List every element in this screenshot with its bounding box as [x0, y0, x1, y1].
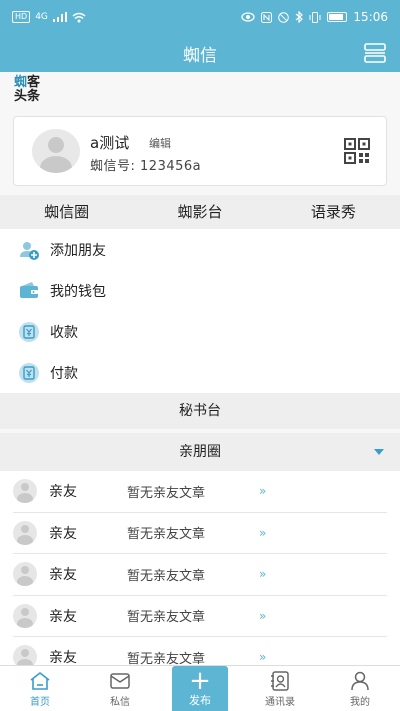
- list-item[interactable]: 亲友 暂无亲友文章 »: [13, 471, 387, 513]
- nav-messages[interactable]: 私信: [80, 666, 160, 711]
- nav-label: 首页: [30, 697, 50, 708]
- signal-label: 4G: [35, 12, 48, 22]
- list-item[interactable]: 亲友 暂无亲友文章 »: [13, 637, 387, 665]
- menu-item-receive-money[interactable]: 收款: [0, 311, 400, 352]
- home-icon: [30, 671, 50, 690]
- mute-icon: [278, 11, 290, 23]
- bluetooth-icon: [296, 11, 304, 23]
- tab-bar: 蜘信圈 蜘影台 语录秀: [0, 195, 400, 229]
- mail-icon: [110, 673, 130, 689]
- tab-zhiying-stage[interactable]: 蜘影台: [133, 195, 266, 229]
- friend-note: 暂无亲友文章: [127, 610, 206, 626]
- status-bar: HD 4G 15:06: [0, 0, 400, 34]
- double-chevron-right-icon[interactable]: »: [259, 484, 266, 498]
- nav-home[interactable]: 首页: [0, 666, 80, 711]
- double-chevron-right-icon[interactable]: »: [259, 609, 266, 623]
- avatar[interactable]: [32, 129, 80, 173]
- profile-id: 蜘信号: 123456a: [90, 155, 201, 174]
- profile-name: a测试: [90, 134, 130, 152]
- profile-id-label: 蜘信号:: [90, 159, 136, 174]
- menu-label: 收款: [50, 324, 78, 341]
- menu-label: 添加朋友: [50, 242, 106, 259]
- list-item[interactable]: 亲友 暂无亲友文章 »: [13, 554, 387, 596]
- user-icon: [351, 671, 369, 691]
- nav-me[interactable]: 我的: [320, 666, 400, 711]
- vibrate-icon: [309, 11, 321, 23]
- double-chevron-right-icon[interactable]: »: [259, 567, 266, 581]
- avatar: [13, 520, 37, 545]
- profile-id-value: 123456a: [140, 159, 202, 174]
- battery-icon: [327, 12, 348, 22]
- wallet-icon: [18, 280, 40, 302]
- contacts-icon: [271, 671, 289, 691]
- profile-card[interactable]: a测试 编辑 蜘信号: 123456a: [13, 116, 387, 186]
- avatar: [13, 645, 37, 665]
- friend-name: 亲友: [49, 525, 77, 542]
- logo-char-1: 蜘: [14, 75, 28, 90]
- menu-item-wallet[interactable]: 我的钱包: [0, 270, 400, 311]
- avatar: [13, 562, 37, 587]
- bottom-nav: 首页 私信 + 发布 通讯录 我的: [0, 665, 400, 711]
- nfc-icon: [261, 11, 273, 23]
- friend-note: 暂无亲友文章: [127, 651, 206, 665]
- friends-section-header[interactable]: 亲朋圈: [0, 433, 400, 471]
- double-chevron-right-icon[interactable]: »: [259, 650, 266, 664]
- friend-note: 暂无亲友文章: [127, 485, 206, 501]
- function-menu: 添加朋友 我的钱包 收款 付款: [0, 229, 400, 393]
- menu-item-pay[interactable]: 付款: [0, 352, 400, 393]
- eye-icon: [241, 12, 256, 22]
- friends-list: 亲友 暂无亲友文章 » 亲友 暂无亲友文章 » 亲友 暂无亲友文章 » 亲友 暂…: [0, 471, 400, 665]
- friends-section-title: 亲朋圈: [179, 444, 221, 460]
- menu-label: 我的钱包: [50, 283, 106, 300]
- network-badge: HD: [12, 11, 31, 23]
- menu-item-add-friend[interactable]: 添加朋友: [0, 229, 400, 270]
- edit-profile-link[interactable]: 编辑: [149, 135, 171, 151]
- pay-icon: [18, 362, 40, 384]
- nav-contacts[interactable]: 通讯录: [240, 666, 320, 711]
- signal-icon: [52, 12, 67, 22]
- brand-logo: 蜘客 头条: [14, 76, 40, 104]
- friend-note: 暂无亲友文章: [127, 568, 206, 584]
- list-item[interactable]: 亲友 暂无亲友文章 »: [13, 596, 387, 637]
- plus-icon: +: [189, 666, 211, 696]
- logo-line-2: 头条: [14, 89, 41, 104]
- tab-zhixin-circle[interactable]: 蜘信圈: [0, 195, 133, 229]
- qr-code-icon[interactable]: [344, 138, 370, 164]
- avatar: [13, 603, 37, 628]
- list-item[interactable]: 亲友 暂无亲友文章 »: [13, 513, 387, 554]
- nav-bar: 蜘信: [0, 34, 400, 72]
- friend-name: 亲友: [49, 608, 77, 625]
- nav-label: 我的: [350, 697, 370, 708]
- menu-label: 付款: [50, 365, 78, 382]
- tab-quotes-show[interactable]: 语录秀: [267, 195, 400, 229]
- chevron-down-icon[interactable]: [374, 449, 384, 455]
- publish-button[interactable]: + 发布: [172, 666, 228, 711]
- logo-char-2: 客: [27, 75, 41, 90]
- publish-label: 发布: [189, 694, 211, 707]
- friend-note: 暂无亲友文章: [127, 527, 206, 543]
- secretary-section[interactable]: 秘书台: [0, 393, 400, 429]
- receive-money-icon: [18, 321, 40, 343]
- menu-icon[interactable]: [364, 43, 386, 63]
- avatar: [13, 479, 37, 504]
- friend-name: 亲友: [49, 484, 77, 501]
- nav-label: 通讯录: [265, 697, 295, 708]
- nav-publish[interactable]: + 发布: [160, 666, 240, 711]
- friend-name: 亲友: [49, 650, 77, 665]
- friend-name: 亲友: [49, 567, 77, 584]
- add-friend-icon: [18, 239, 40, 261]
- clock: 15:06: [353, 10, 388, 24]
- double-chevron-right-icon[interactable]: »: [259, 526, 266, 540]
- wifi-icon: [72, 12, 86, 22]
- nav-label: 私信: [110, 697, 130, 708]
- page-title: 蜘信: [183, 45, 217, 66]
